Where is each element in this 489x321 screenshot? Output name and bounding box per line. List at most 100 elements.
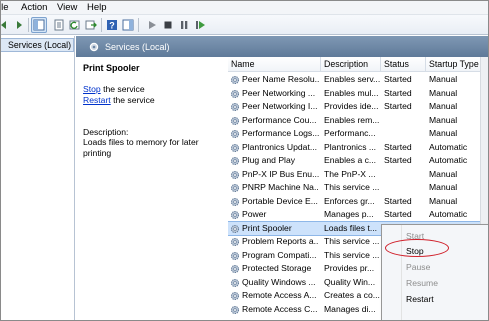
- column-header-description[interactable]: Description: [321, 57, 381, 72]
- cell-status: Started: [384, 74, 412, 84]
- highlight-ring: [385, 239, 449, 257]
- cell-name: Remote Access C...: [242, 303, 318, 314]
- cell-startup-type: Manual: [429, 182, 458, 192]
- table-row[interactable]: Power Manages p... Started Automatic: [228, 208, 489, 222]
- table-row[interactable]: Portable Device E... Enforces gr... Starte…: [228, 195, 489, 209]
- vertical-scrollbar[interactable]: [480, 57, 489, 224]
- cell-name: Peer Name Resolu...: [242, 74, 319, 84]
- menu-view[interactable]: View: [57, 2, 77, 13]
- cell-name: Performance Logs...: [242, 128, 319, 138]
- help-icon[interactable]: ?: [104, 17, 120, 33]
- tree-item-services-local[interactable]: Services (Local): [0, 38, 74, 52]
- service-gear-icon: [230, 170, 240, 179]
- toolbar-separator: [101, 18, 102, 32]
- service-gear-icon: [230, 197, 240, 206]
- menu-action[interactable]: Action: [21, 2, 47, 13]
- table-row[interactable]: Performance Logs... Performanc... Manual: [228, 127, 489, 141]
- cell-startup-type: Automatic: [429, 209, 468, 219]
- cell-description: This service ...: [324, 182, 380, 192]
- stop-icon[interactable]: [160, 17, 176, 33]
- service-gear-icon: [230, 116, 240, 125]
- cell-status: Started: [384, 87, 412, 98]
- toolbar: ?: [0, 15, 489, 35]
- cell-name: Problem Reports a...: [242, 236, 319, 246]
- service-gear-icon: [230, 75, 240, 85]
- service-gear-icon: [230, 183, 240, 193]
- cell-startup-type: Manual: [429, 195, 458, 206]
- cell-name: Print Spooler: [242, 222, 292, 233]
- cell-name: Program Compati...: [242, 249, 317, 260]
- cell-status: [384, 181, 426, 195]
- cell-name: Peer Networking ...: [242, 87, 316, 98]
- cell-name: PnP-X IP Bus Enu...: [242, 168, 319, 179]
- table-row[interactable]: Plantronics Updat... Plantronics ... Start…: [228, 141, 489, 155]
- cell-description: This service ...: [324, 249, 380, 260]
- service-gear-icon: [230, 224, 240, 233]
- cell-description: Enables rem...: [324, 114, 380, 125]
- cell-status: Started: [384, 155, 412, 165]
- cell-name: Plantronics Updat...: [242, 141, 317, 152]
- cell-description: Provides pr...: [324, 263, 375, 273]
- context-menu-pause[interactable]: Pause: [406, 262, 430, 272]
- cell-description: Quality Win...: [324, 276, 376, 287]
- cell-status: Started: [384, 195, 412, 206]
- context-menu-restart[interactable]: Restart: [406, 294, 434, 304]
- stop-service-link[interactable]: Stop: [83, 84, 101, 94]
- show-action-pane-icon[interactable]: [120, 17, 136, 33]
- cell-description: Performanc...: [324, 128, 376, 138]
- context-menu-gutter: [382, 225, 402, 320]
- cell-description: This service ...: [324, 236, 380, 246]
- description-text-line-2: printing: [83, 148, 112, 158]
- table-row[interactable]: Peer Networking ... Enables mul... Started…: [228, 87, 489, 101]
- service-title: Print Spooler: [83, 63, 140, 73]
- panel-title: Services (Local): [105, 41, 170, 52]
- cell-status: [384, 168, 426, 182]
- refresh-icon[interactable]: [67, 17, 83, 33]
- table-row[interactable]: Performance Cou... Enables rem... Manual: [228, 114, 489, 128]
- cell-name: Portable Device E...: [242, 195, 318, 206]
- service-gear-icon: [230, 305, 240, 314]
- cell-startup-type: Manual: [429, 114, 458, 125]
- service-gear-icon: [230, 143, 240, 152]
- forward-icon[interactable]: [11, 17, 27, 33]
- menu-help[interactable]: Help: [87, 2, 107, 13]
- cell-status: Started: [384, 101, 412, 111]
- console-tree: Services (Local): [0, 36, 75, 321]
- table-row[interactable]: Peer Name Resolu... Enables serv... Starte…: [228, 73, 489, 87]
- restart-icon[interactable]: [192, 17, 208, 33]
- cell-name: Quality Windows ...: [242, 276, 316, 287]
- export-icon[interactable]: [83, 17, 99, 33]
- properties-icon[interactable]: [51, 17, 67, 33]
- cell-name: Protected Storage: [242, 263, 312, 273]
- restart-service-suffix: the service: [110, 95, 155, 105]
- table-row[interactable]: Peer Networking I... Provides ide... Start…: [228, 100, 489, 114]
- cell-name: PNRP Machine Na...: [242, 182, 319, 192]
- table-row[interactable]: PnP-X IP Bus Enu... The PnP-X ... Manual: [228, 168, 489, 182]
- cell-status: [384, 127, 426, 141]
- cell-description: Enables serv...: [324, 74, 380, 84]
- cell-startup-type: Manual: [429, 74, 458, 84]
- menu-bar: ile Action View Help: [0, 0, 489, 15]
- show-hide-tree-icon[interactable]: [31, 17, 47, 33]
- restart-service-link[interactable]: Restart: [83, 95, 111, 105]
- cell-name: Peer Networking I...: [242, 101, 318, 111]
- svg-text:?: ?: [109, 21, 115, 31]
- table-row[interactable]: Plug and Play Enables a c... Started Automa…: [228, 154, 489, 168]
- description-label: Description:: [83, 127, 129, 137]
- menu-file[interactable]: ile: [0, 2, 9, 13]
- toolbar-separator: [138, 18, 139, 32]
- column-header-name[interactable]: Name: [228, 57, 321, 72]
- cell-name: Power: [242, 209, 267, 219]
- service-details-pane: Print Spooler Stop the service Restart t…: [76, 57, 226, 321]
- pause-icon[interactable]: [176, 17, 192, 33]
- tree-item-label: Services (Local): [8, 40, 72, 50]
- service-gear-icon: [230, 278, 240, 287]
- context-menu-resume[interactable]: Resume: [406, 278, 438, 288]
- service-gear-icon: [230, 210, 240, 220]
- table-row[interactable]: PNRP Machine Na... This service ... Manual: [228, 181, 489, 195]
- start-icon[interactable]: [144, 17, 160, 33]
- column-header-status[interactable]: Status: [381, 57, 426, 72]
- service-gear-icon: [230, 156, 240, 166]
- toolbar-separator: [28, 18, 29, 32]
- service-gear-icon: [230, 264, 240, 274]
